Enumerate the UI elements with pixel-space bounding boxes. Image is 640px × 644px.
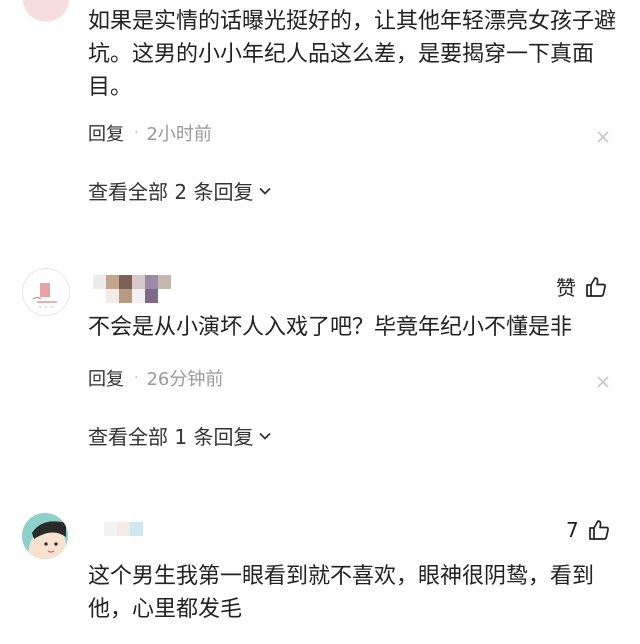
view-all-replies-label: 查看全部 2 条回复 [88, 179, 254, 204]
separator-dot: · [134, 370, 139, 386]
view-all-replies-label: 查看全部 1 条回复 [88, 424, 254, 449]
comment-list: 如果是实情的话曝光挺好的，让其他年轻漂亮女孩子避坑。这男的小小年纪人品这么差，是… [0, 0, 640, 644]
timestamp: 26分钟前 [146, 369, 224, 390]
avatar-image: ~ ~ ~ [32, 283, 57, 311]
reply-button[interactable]: 回复 [88, 120, 124, 146]
comment-text: 如果是实情的话曝光挺好的，让其他年轻漂亮女孩子避坑。这男的小小年纪人品这么差，是… [88, 9, 617, 100]
svg-text:~ ~ ~: ~ ~ ~ [38, 305, 54, 311]
separator-dot: · [134, 125, 139, 141]
avatar[interactable]: ~ ~ ~ [22, 268, 70, 316]
comment-meta: 回复 · 2小时前 [88, 121, 212, 145]
like-button[interactable]: 7 [566, 518, 611, 542]
view-all-replies-button[interactable]: 查看全部 1 条回复 [88, 422, 273, 449]
reply-button[interactable]: 回复 [88, 365, 124, 391]
username[interactable] [93, 275, 171, 289]
username-line2 [106, 289, 171, 303]
comment-meta: 回复 · 26分钟前 [88, 366, 223, 390]
username[interactable] [104, 522, 143, 536]
view-all-replies-button[interactable]: 查看全部 2 条回复 [88, 177, 273, 204]
like-button[interactable]: 赞 [556, 272, 608, 301]
comment-text: 不会是从小演坏人入戏了吧？毕竟年纪小不懂是非 [88, 315, 573, 340]
thumbs-up-icon [586, 276, 606, 297]
timestamp: 2小时前 [146, 124, 212, 145]
like-label: 赞 [556, 276, 576, 300]
comment-text: 这个男生我第一眼看到就不喜欢，眼神很阴鸷，看到他，心里都发毛 [88, 564, 595, 622]
avatar[interactable] [22, 0, 70, 22]
avatar-image [22, 513, 68, 559]
avatar[interactable] [22, 513, 68, 559]
close-icon[interactable] [596, 375, 610, 389]
chevron-down-icon [259, 187, 272, 195]
like-count: 7 [566, 518, 579, 542]
chevron-down-icon [259, 432, 272, 440]
thumbs-up-icon [588, 520, 609, 540]
close-icon[interactable] [596, 130, 610, 144]
